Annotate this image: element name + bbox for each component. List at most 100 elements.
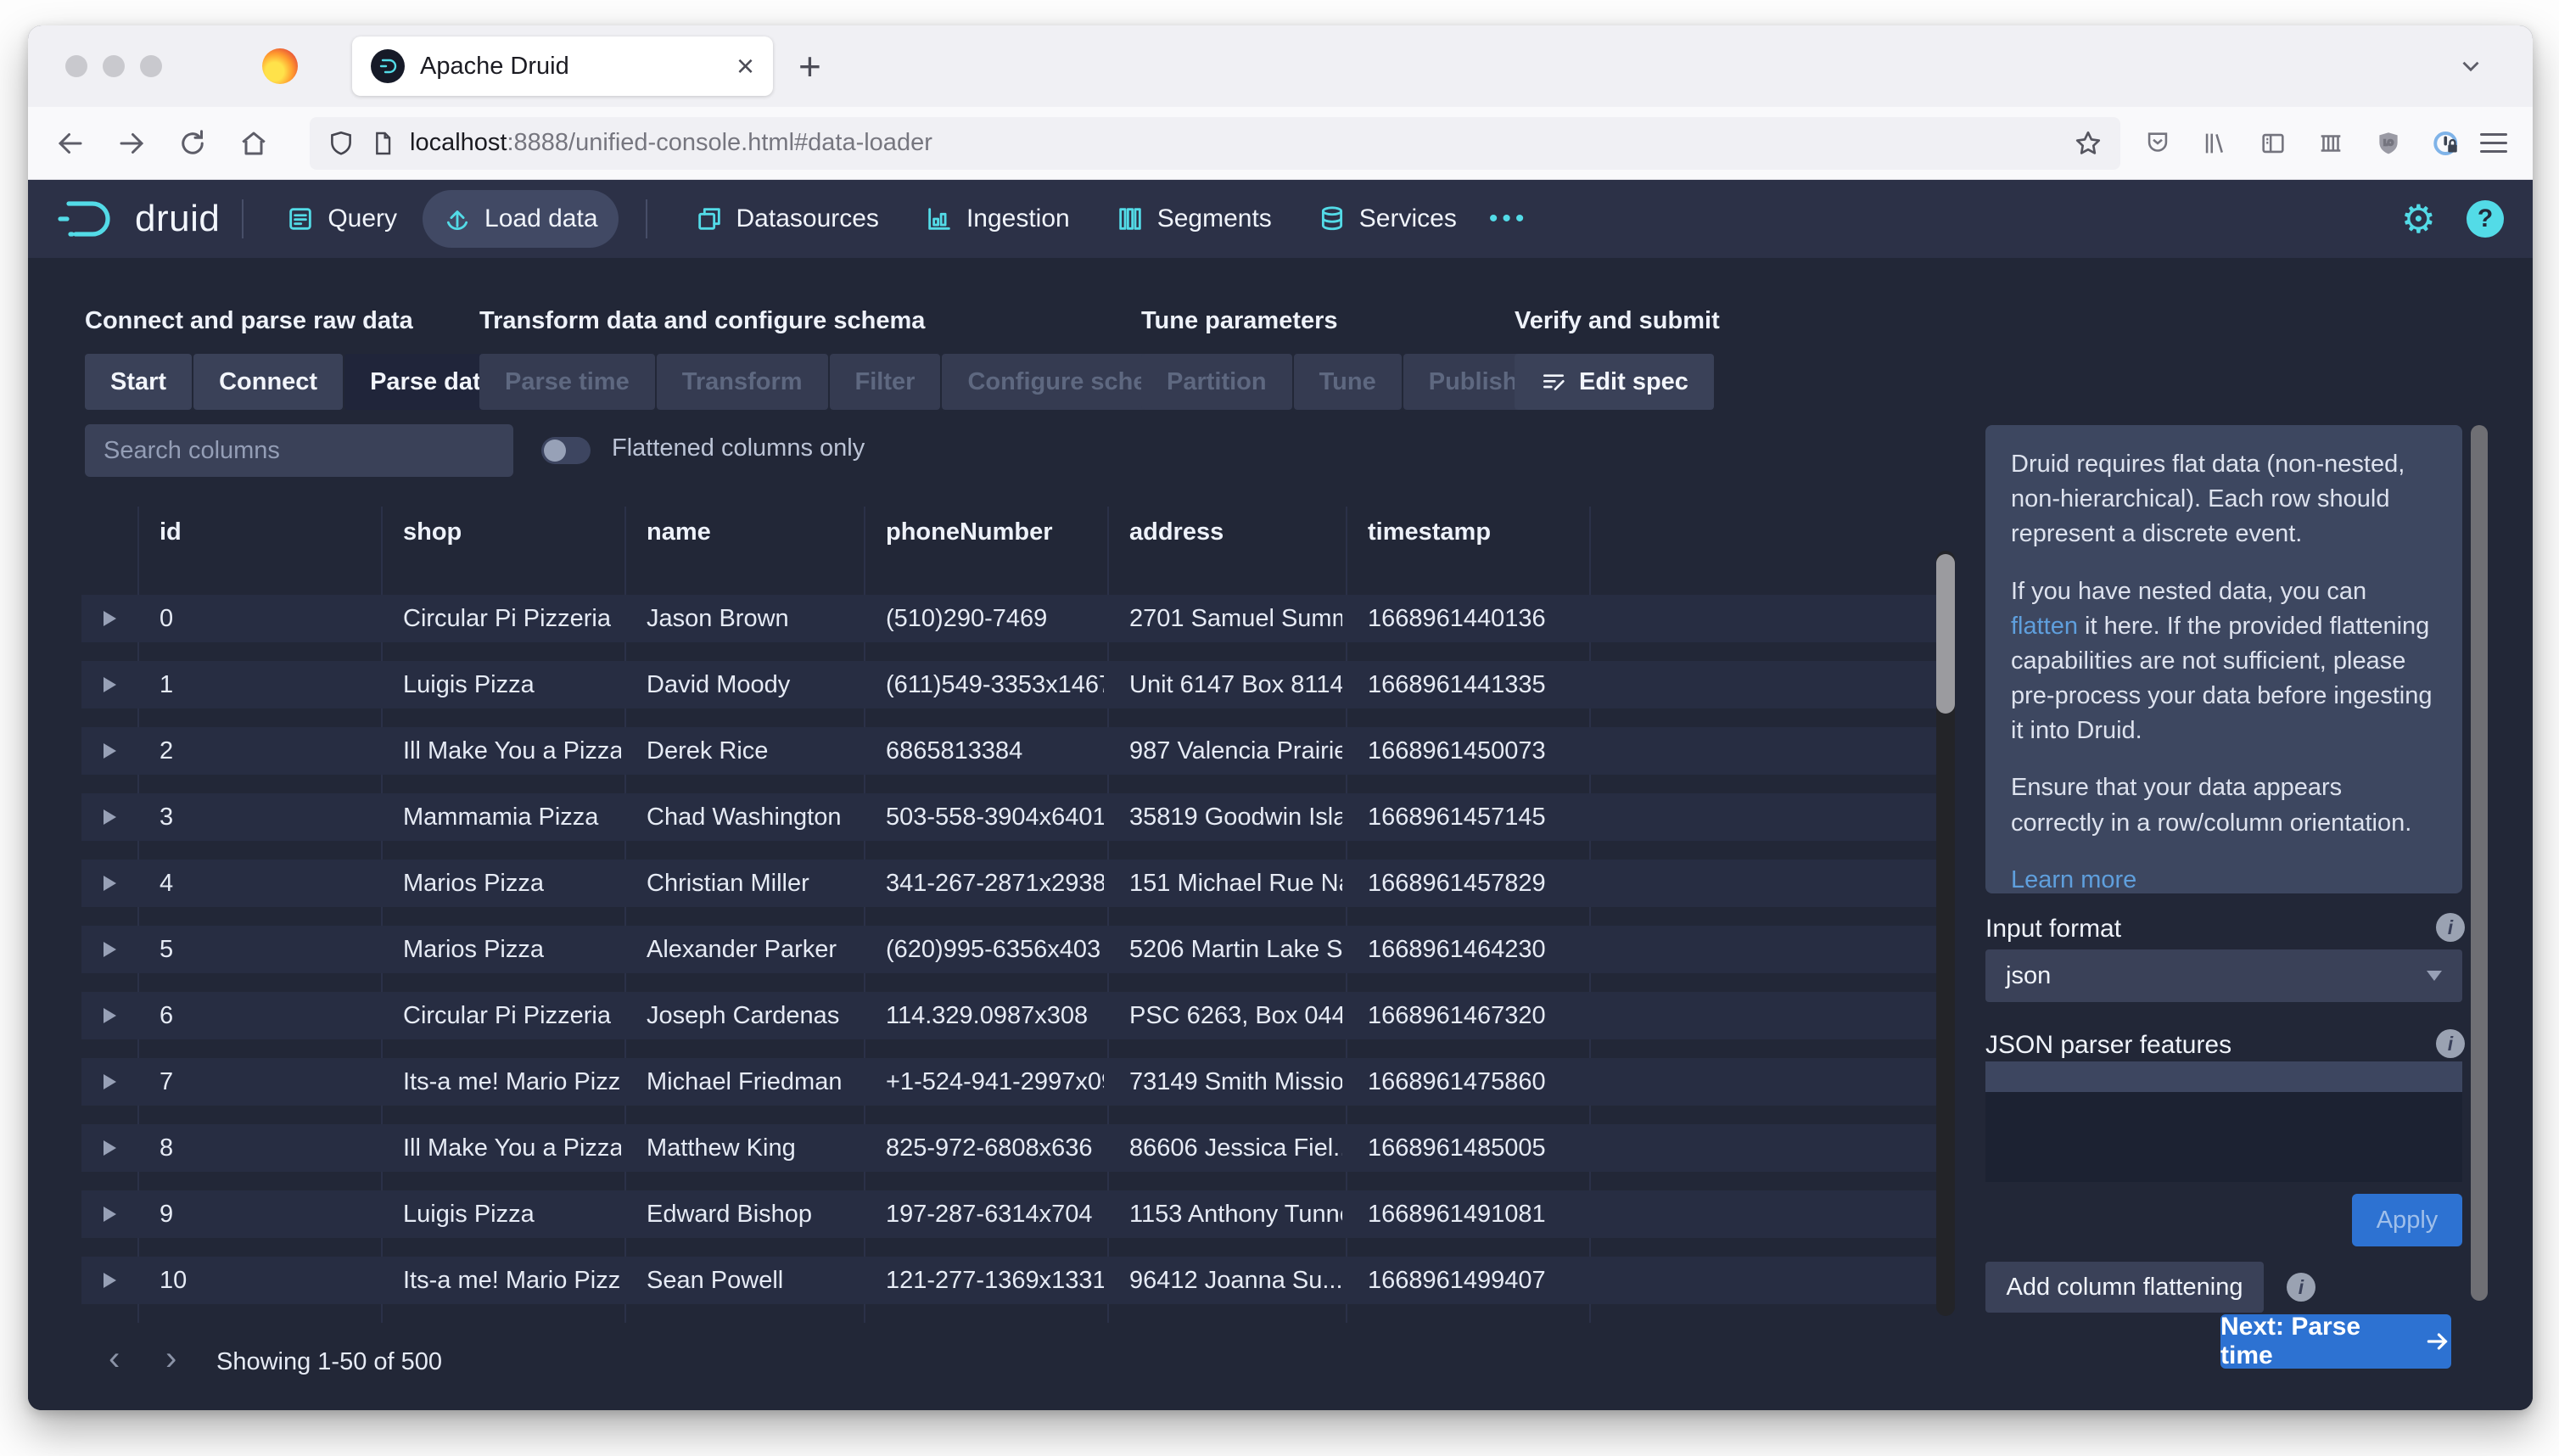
nav-item-segments[interactable]: Segments: [1095, 190, 1292, 248]
table-row[interactable]: 5Marios PizzaAlexander Parker(620)995-63…: [81, 926, 1936, 973]
forward-icon[interactable]: [115, 126, 148, 160]
cell-id[interactable]: 3: [160, 793, 378, 841]
step-button-tune[interactable]: Tune: [1294, 354, 1402, 410]
step-button-edit-spec[interactable]: Edit spec: [1515, 354, 1714, 410]
row-expander-icon[interactable]: [104, 942, 116, 957]
flattening-info-icon[interactable]: i: [2287, 1273, 2315, 1302]
row-expander-icon[interactable]: [104, 1140, 116, 1156]
cell-timestamp[interactable]: 1668961499407: [1368, 1257, 1586, 1304]
cell-timestamp[interactable]: 1668961491081: [1368, 1190, 1586, 1238]
cell-id[interactable]: 8: [160, 1124, 378, 1172]
cell-id[interactable]: 2: [160, 727, 378, 775]
cell-timestamp[interactable]: 1668961485005: [1368, 1124, 1586, 1172]
cell-address[interactable]: 5206 Martin Lake Sout: [1129, 926, 1342, 973]
table-scrollbar-thumb[interactable]: [1936, 554, 1955, 714]
tab-close-icon[interactable]: ×: [736, 51, 754, 81]
browser-tab[interactable]: Apache Druid ×: [352, 36, 773, 96]
cell-name[interactable]: Christian Miller: [647, 860, 860, 907]
row-expander-icon[interactable]: [104, 1074, 116, 1089]
table-row[interactable]: 6Circular Pi PizzeriaJoseph Cardenas114.…: [81, 992, 1936, 1039]
row-expander-icon[interactable]: [104, 677, 116, 692]
cell-id[interactable]: 7: [160, 1058, 378, 1106]
cell-shop[interactable]: Circular Pi Pizzeria: [403, 595, 621, 642]
cell-address[interactable]: 2701 Samuel Summit Su: [1129, 595, 1342, 642]
page-info-icon[interactable]: [369, 130, 396, 157]
table-row[interactable]: 4Marios PizzaChristian Miller341-267-287…: [81, 860, 1936, 907]
input-format-select[interactable]: json: [1985, 949, 2462, 1002]
reload-icon[interactable]: [176, 126, 210, 160]
nav-item-services[interactable]: Services: [1297, 190, 1477, 248]
cell-address[interactable]: 1153 Anthony Tunnel: [1129, 1190, 1342, 1238]
cell-address[interactable]: PSC 6263, Box 0448 AP: [1129, 992, 1342, 1039]
row-expander-icon[interactable]: [104, 611, 116, 626]
cell-name[interactable]: Matthew King: [647, 1124, 860, 1172]
step-button-transform[interactable]: Transform: [657, 354, 828, 410]
more-menu-icon[interactable]: •••: [1477, 204, 1541, 233]
cell-timestamp[interactable]: 1668961450073: [1368, 727, 1586, 775]
flatten-link[interactable]: flatten: [2011, 613, 2078, 640]
cell-address[interactable]: 987 Valencia Prairie Ea: [1129, 727, 1342, 775]
table-row[interactable]: 2Ill Make You a Pizza YouDerek Rice68658…: [81, 727, 1936, 775]
cell-shop[interactable]: Luigis Pizza: [403, 1190, 621, 1238]
settings-gear-icon[interactable]: ⚙: [2401, 199, 2436, 238]
cell-phoneNumber[interactable]: 114.329.0987x308: [886, 992, 1104, 1039]
learn-more-link[interactable]: Learn more: [2011, 866, 2136, 893]
bookmark-star-icon[interactable]: [2073, 128, 2103, 159]
step-button-filter[interactable]: Filter: [830, 354, 941, 410]
cell-phoneNumber[interactable]: 197-287-6314x704: [886, 1190, 1104, 1238]
prev-page-icon[interactable]: ‹: [109, 1340, 120, 1378]
cell-shop[interactable]: Ill Make You a Pizza You: [403, 727, 621, 775]
row-expander-icon[interactable]: [104, 1273, 116, 1288]
cell-phoneNumber[interactable]: 825-972-6808x636: [886, 1124, 1104, 1172]
step-button-partition[interactable]: Partition: [1141, 354, 1292, 410]
row-expander-icon[interactable]: [104, 743, 116, 759]
row-expander-icon[interactable]: [104, 1207, 116, 1222]
cell-shop[interactable]: Ill Make You a Pizza You: [403, 1124, 621, 1172]
column-header-shop[interactable]: shop: [403, 518, 462, 546]
back-icon[interactable]: [53, 126, 87, 160]
next-parse-time-button[interactable]: Next: Parse time: [2220, 1314, 2451, 1369]
minimize-window-button[interactable]: [103, 55, 125, 77]
cell-id[interactable]: 9: [160, 1190, 378, 1238]
druid-logo[interactable]: druid: [57, 198, 220, 240]
cell-phoneNumber[interactable]: 121-277-1369x1331: [886, 1257, 1104, 1304]
column-header-name[interactable]: name: [647, 518, 711, 546]
cell-address[interactable]: 73149 Smith Mission B: [1129, 1058, 1342, 1106]
cell-shop[interactable]: Luigis Pizza: [403, 661, 621, 708]
cell-name[interactable]: Jason Brown: [647, 595, 860, 642]
parser-features-area[interactable]: [1985, 1092, 2462, 1182]
cell-name[interactable]: David Moody: [647, 661, 860, 708]
row-expander-icon[interactable]: [104, 809, 116, 825]
cell-name[interactable]: Alexander Parker: [647, 926, 860, 973]
cell-timestamp[interactable]: 1668961464230: [1368, 926, 1586, 973]
row-expander-icon[interactable]: [104, 1008, 116, 1023]
cell-id[interactable]: 6: [160, 992, 378, 1039]
flattened-columns-toggle[interactable]: [541, 437, 591, 464]
column-header-id[interactable]: id: [160, 518, 182, 546]
table-row[interactable]: 0Circular Pi PizzeriaJason Brown(510)290…: [81, 595, 1936, 642]
cell-phoneNumber[interactable]: +1-524-941-2997x0944: [886, 1058, 1104, 1106]
list-tabs-icon[interactable]: [2456, 52, 2485, 81]
cell-timestamp[interactable]: 1668961475860: [1368, 1058, 1586, 1106]
cell-name[interactable]: Edward Bishop: [647, 1190, 860, 1238]
cell-phoneNumber[interactable]: (611)549-3353x14675: [886, 661, 1104, 708]
table-row[interactable]: 10Its-a me! Mario Pizza!Sean Powell121-2…: [81, 1257, 1936, 1304]
cell-phoneNumber[interactable]: (620)995-6356x403: [886, 926, 1104, 973]
table-row[interactable]: 9 Luigis Pizza Edward Bishop 197-287-6314x7…: [81, 1190, 1936, 1238]
privacy-icon[interactable]: [2431, 128, 2461, 159]
cell-address[interactable]: 151 Michael Rue Nanc: [1129, 860, 1342, 907]
nav-item-ingestion[interactable]: Ingestion: [904, 190, 1090, 248]
step-button-connect[interactable]: Connect: [193, 354, 343, 410]
cell-phoneNumber[interactable]: 503-558-3904x6401: [886, 793, 1104, 841]
next-page-icon[interactable]: ›: [165, 1340, 176, 1378]
nav-item-load-data[interactable]: Load data: [423, 190, 618, 248]
cell-phoneNumber[interactable]: (510)290-7469: [886, 595, 1104, 642]
cell-phoneNumber[interactable]: 341-267-2871x2938: [886, 860, 1104, 907]
cell-phoneNumber[interactable]: 6865813384: [886, 727, 1104, 775]
cell-timestamp[interactable]: 1668961441335: [1368, 661, 1586, 708]
cell-shop[interactable]: Mammamia Pizza: [403, 793, 621, 841]
close-window-button[interactable]: [65, 55, 87, 77]
cell-address[interactable]: 86606 Jessica Fiel...•••: [1129, 1124, 1342, 1172]
column-header-phoneNumber[interactable]: phoneNumber: [886, 518, 1053, 546]
cell-shop[interactable]: Its-a me! Mario Pizza!: [403, 1058, 621, 1106]
